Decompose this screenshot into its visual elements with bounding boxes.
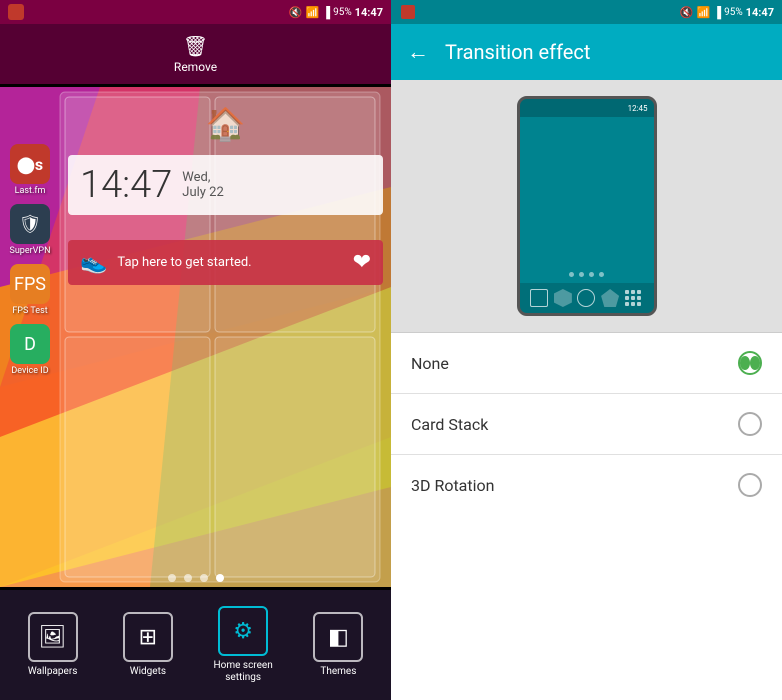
health-text: Tap here to get started. (117, 255, 342, 270)
phone-icon-square (530, 289, 548, 307)
right-panel: 🔇 📶 ▐ 95% 14:47 ← Transition effect 12:4… (391, 0, 782, 700)
right-time-label: 14:47 (746, 6, 774, 19)
phone-dot-4 (599, 272, 604, 277)
phone-mockup: 12:45 (517, 96, 657, 316)
settings-icon: ⚙ (218, 606, 268, 656)
time-widget: 14:47 Wed, July 22 (68, 155, 383, 215)
right-status-left (399, 5, 415, 19)
side-app-lastfm[interactable]: ⬤s Last.fm (5, 144, 55, 196)
options-list: None Card Stack 3D Rotation (391, 333, 782, 700)
phone-dot-2 (579, 272, 584, 277)
radio-none[interactable] (738, 351, 762, 375)
wifi-icon: 📶 (306, 6, 320, 19)
option-card-stack[interactable]: Card Stack (391, 394, 782, 455)
supervpn-icon: 🛡 (10, 204, 50, 244)
left-status-bar: 🔇 📶 ▐ 95% 14:47 (0, 0, 391, 24)
widgets-label: Widgets (130, 666, 166, 678)
back-button[interactable]: ← (407, 39, 429, 65)
phone-status-bar: 12:45 (520, 99, 654, 117)
phone-icon-circle (577, 289, 595, 307)
heart-icon: ❤ (353, 250, 371, 275)
widget-time: 14:47 (80, 163, 172, 207)
lastfm-label: Last.fm (15, 186, 46, 196)
phone-dot-3 (589, 272, 594, 277)
option-none[interactable]: None (391, 333, 782, 394)
supervpn-label: SuperVPN (9, 246, 50, 256)
mute-icon: 🔇 (289, 6, 303, 19)
widget-date: Wed, July 22 (182, 170, 224, 200)
side-app-fpstest[interactable]: FPS FPS Test (5, 264, 55, 316)
widgets-icon: ⊞ (123, 612, 173, 662)
right-mute-icon: 🔇 (680, 6, 694, 19)
fpstest-label: FPS Test (12, 306, 47, 316)
header-title: Transition effect (445, 40, 590, 64)
wallpapers-icon: 🖼 (28, 612, 78, 662)
phone-bottom-icons (520, 283, 654, 313)
home-icon-widget: 🏠 (60, 100, 391, 148)
wallpapers-label: Wallpapers (28, 666, 78, 678)
radio-card-stack[interactable] (738, 412, 762, 436)
lastfm-icon: ⬤s (10, 144, 50, 184)
right-app-icon (401, 5, 415, 19)
right-status-bar: 🔇 📶 ▐ 95% 14:47 (391, 0, 782, 24)
option-3d-rotation[interactable]: 3D Rotation (391, 455, 782, 515)
radio-3d-rotation[interactable] (738, 473, 762, 497)
nav-themes[interactable]: ◧ Themes (291, 612, 386, 678)
app-icon-small (8, 4, 24, 20)
phone-time: 12:45 (628, 104, 648, 113)
signal-icon: ▐ (322, 6, 330, 19)
dot-2 (184, 574, 192, 582)
phone-preview-area: 12:45 (391, 80, 782, 333)
shoe-icon: 👟 (80, 250, 107, 275)
phone-icon-pentagon (601, 289, 619, 307)
side-app-supervpn[interactable]: 🛡 SuperVPN (5, 204, 55, 256)
right-header: ← Transition effect (391, 24, 782, 80)
battery-label: 95% (333, 7, 352, 18)
right-wifi-icon: 📶 (697, 6, 711, 19)
nav-home-screen-settings[interactable]: ⚙ Home screen settings (196, 606, 291, 684)
remove-bar[interactable]: 🗑 Remove (0, 24, 391, 84)
fpstest-icon: FPS (10, 264, 50, 304)
dot-4-active (216, 574, 224, 582)
nav-widgets[interactable]: ⊞ Widgets (100, 612, 195, 678)
phone-dot-1 (569, 272, 574, 277)
option-card-stack-label: Card Stack (411, 415, 488, 434)
right-status-right: 🔇 📶 ▐ 95% 14:47 (680, 6, 774, 19)
themes-label: Themes (320, 666, 356, 678)
phone-body (520, 117, 654, 266)
phone-icon-hexagon (554, 289, 572, 307)
side-app-deviceid[interactable]: D Device ID (5, 324, 55, 376)
deviceid-icon: D (10, 324, 50, 364)
health-widget[interactable]: 👟 Tap here to get started. ❤ (68, 240, 383, 285)
themes-icon: ◧ (313, 612, 363, 662)
time-label: 14:47 (355, 6, 383, 19)
trash-icon: 🗑 (183, 34, 208, 58)
phone-page-dots (520, 266, 654, 283)
right-battery-label: 95% (724, 7, 743, 18)
dot-3 (200, 574, 208, 582)
dot-1 (168, 574, 176, 582)
status-right-info: 🔇 📶 ▐ 95% 14:47 (289, 6, 383, 19)
status-left-icons (8, 4, 24, 20)
left-panel: 🔇 📶 ▐ 95% 14:47 🗑 Remove (0, 0, 391, 700)
nav-wallpapers[interactable]: 🖼 Wallpapers (5, 612, 100, 678)
option-3d-rotation-label: 3D Rotation (411, 476, 494, 495)
home-icon: 🏠 (206, 105, 246, 143)
option-none-label: None (411, 354, 449, 373)
left-bottom-nav: 🖼 Wallpapers ⊞ Widgets ⚙ Home screen set… (0, 590, 391, 700)
home-screen-settings-label: Home screen settings (196, 660, 291, 684)
page-dots (0, 566, 391, 590)
right-signal-icon: ▐ (713, 6, 721, 19)
remove-label: Remove (174, 60, 217, 74)
phone-icon-grid (625, 289, 643, 307)
deviceid-label: Device ID (11, 366, 48, 376)
side-apps-container: ⬤s Last.fm 🛡 SuperVPN FPS FPS Test D Dev… (5, 84, 55, 376)
